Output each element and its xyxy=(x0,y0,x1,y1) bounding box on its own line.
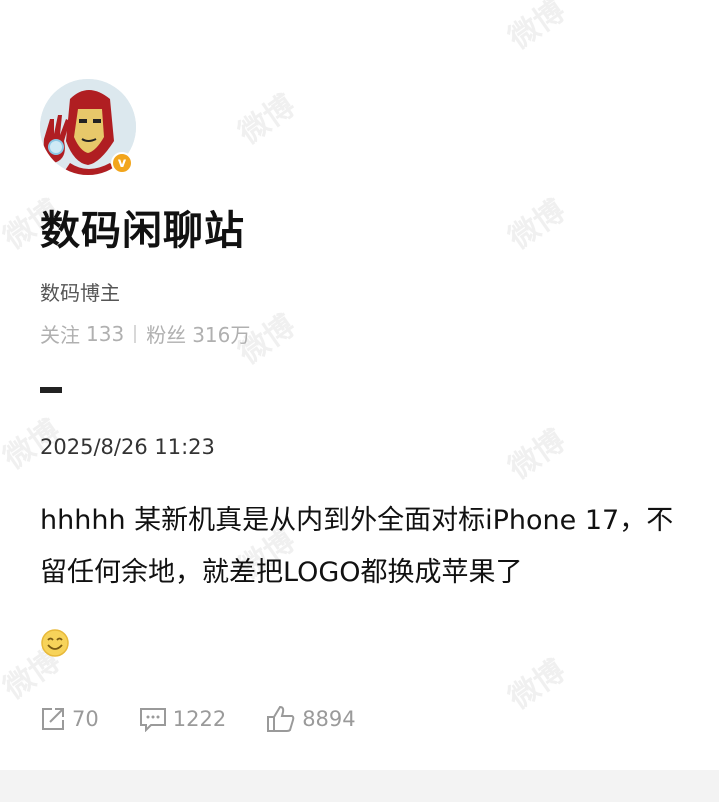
repost-icon xyxy=(42,708,64,730)
watermark: 微博 xyxy=(502,653,572,717)
fans-count[interactable]: 316万 xyxy=(192,319,250,348)
profile-stats: 关注 133 粉丝 316万 xyxy=(40,319,250,348)
post-timestamp: 2025/8/26 11:23 xyxy=(40,435,215,459)
bottom-bar xyxy=(0,770,719,802)
verified-badge-icon: v xyxy=(111,152,133,174)
repost-button[interactable]: 70 xyxy=(40,706,99,732)
fans-label[interactable]: 粉丝 xyxy=(146,319,186,348)
smile-emoji-icon xyxy=(40,628,70,658)
comment-icon xyxy=(139,708,166,732)
post-text: hhhhh 某新机真是从内到外全面对标iPhone 17，不留任何余地，就差把L… xyxy=(40,505,674,588)
follow-count[interactable]: 133 xyxy=(86,322,124,346)
stats-divider xyxy=(134,324,137,343)
watermark: 微博 xyxy=(502,193,572,257)
like-button[interactable]: 8894 xyxy=(266,705,356,733)
watermark: 微博 xyxy=(502,0,572,57)
thumbs-up-icon xyxy=(267,705,295,732)
post-actions: 70 1222 8894 xyxy=(40,705,396,733)
comment-count: 1222 xyxy=(172,707,227,731)
follow-label[interactable]: 关注 xyxy=(40,319,80,348)
repost-count: 70 xyxy=(72,707,99,731)
watermark: 微博 xyxy=(502,423,572,487)
comment-button[interactable]: 1222 xyxy=(139,706,226,732)
section-divider xyxy=(40,387,62,393)
profile-name[interactable]: 数码闲聊站 xyxy=(40,198,245,256)
like-count: 8894 xyxy=(302,707,356,731)
watermark: 微博 xyxy=(232,88,302,152)
profile-role: 数码博主 xyxy=(40,281,120,305)
